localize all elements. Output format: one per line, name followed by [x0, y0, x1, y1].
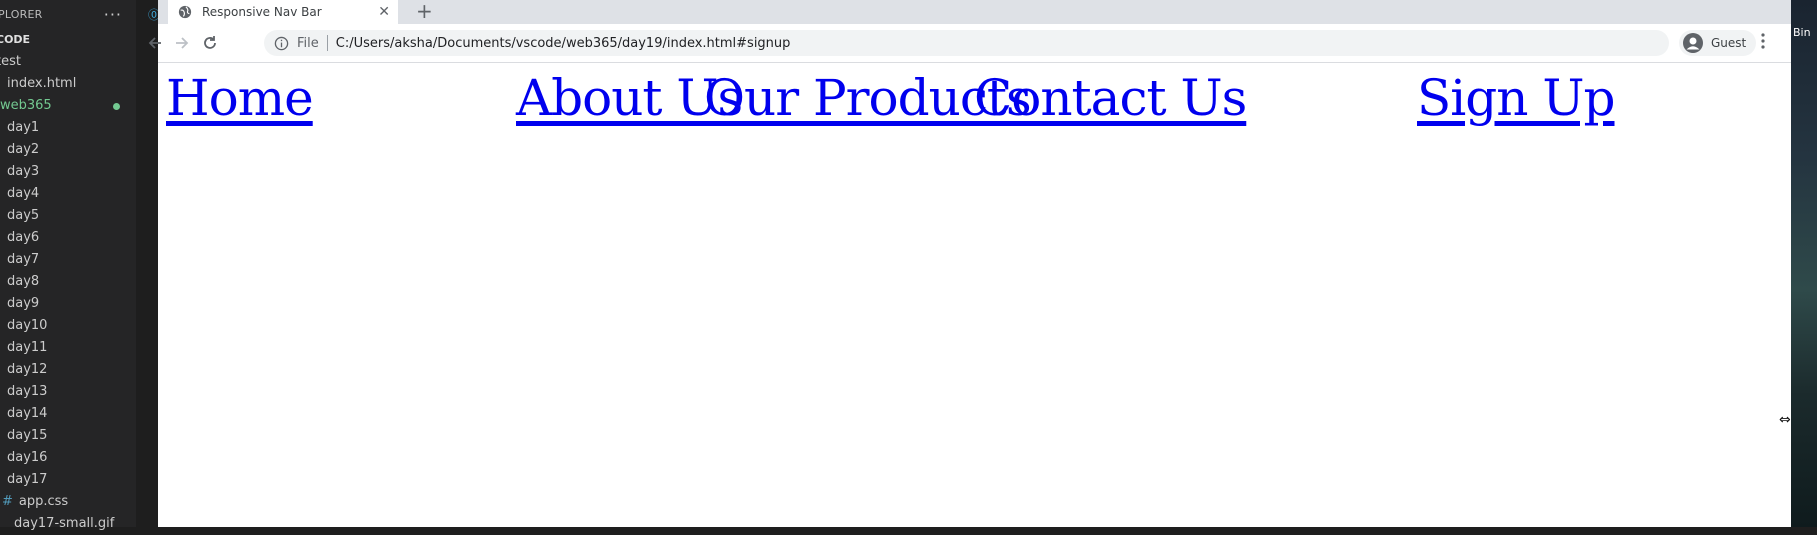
tree-folder-day8[interactable]: day8 [0, 271, 136, 293]
tree-folder-web365[interactable]: web365 [0, 95, 136, 117]
explorer-header: PLORER ··· [0, 0, 136, 29]
tree-folder-day10[interactable]: day10 [0, 315, 136, 337]
tree-item-label: day6 [7, 230, 40, 245]
nav-bar: Home About Us Our Products Contact Us Si… [158, 63, 1791, 153]
tree-item-label: index.html [7, 76, 77, 91]
tree-folder-day7[interactable]: day7 [0, 249, 136, 271]
new-tab-button[interactable]: + [416, 0, 433, 23]
tree-file-app-css[interactable]: # app.css [0, 491, 136, 513]
browser-window: Responsive Nav Bar ✕ + File C:/Users/aks… [148, 0, 1791, 527]
tree-item-label: day15 [7, 428, 48, 443]
recycle-bin-label[interactable]: Bin [1793, 26, 1811, 39]
page-viewport: Home About Us Our Products Contact Us Si… [158, 63, 1791, 527]
nav-link-home[interactable]: Home [166, 69, 314, 127]
modified-dot-icon [113, 103, 120, 110]
tree-item-label: day8 [7, 274, 40, 289]
tree-item-label: test [0, 54, 21, 69]
back-arrow-icon [148, 37, 161, 49]
reload-icon [204, 36, 216, 49]
nav-link-contact[interactable]: Contact Us [974, 69, 1247, 127]
profile-name: Guest [1711, 36, 1747, 50]
globe-icon [178, 5, 192, 19]
info-icon[interactable] [274, 36, 289, 51]
tree-item-label: day13 [7, 384, 48, 399]
tree-file-index-html[interactable]: index.html [0, 73, 136, 95]
tree-item-label: day4 [7, 186, 40, 201]
tree-item-label: day17 [7, 472, 48, 487]
resize-cursor-icon: ⇔ [1779, 412, 1791, 428]
file-tree: test index.html web365 day1 day2 day3 da… [0, 51, 136, 535]
tree-item-label: web365 [0, 98, 52, 113]
reload-button[interactable] [200, 33, 220, 53]
tree-item-label: day5 [7, 208, 40, 223]
browser-toolbar: File C:/Users/aksha/Documents/vscode/web… [148, 24, 1791, 63]
tree-folder-day13[interactable]: day13 [0, 381, 136, 403]
tree-item-label: app.css [18, 494, 69, 509]
tree-item-label: day3 [7, 164, 40, 179]
address-separator [326, 35, 328, 51]
tree-folder-day1[interactable]: day1 [0, 117, 136, 139]
forward-button[interactable] [172, 33, 192, 53]
tree-item-label: day10 [7, 318, 48, 333]
explorer-panel: PLORER ··· CODE test index.html web365 d… [0, 0, 136, 531]
tree-folder-day17[interactable]: day17 [0, 469, 136, 491]
tree-folder-day6[interactable]: day6 [0, 227, 136, 249]
tree-item-label: day9 [7, 296, 40, 311]
close-tab-icon[interactable]: ✕ [378, 4, 390, 20]
tree-folder-day5[interactable]: day5 [0, 205, 136, 227]
tree-folder-day2[interactable]: day2 [0, 139, 136, 161]
scheme-label: File [297, 35, 319, 51]
css-file-icon: # [2, 494, 13, 509]
back-button[interactable] [145, 33, 165, 53]
tree-folder-day14[interactable]: day14 [0, 403, 136, 425]
forward-arrow-icon [176, 37, 189, 49]
tree-item-label: day17-small.gif [14, 516, 115, 531]
tree-folder-day3[interactable]: day3 [0, 161, 136, 183]
more-actions-icon[interactable]: ··· [104, 5, 122, 24]
browser-tab[interactable]: Responsive Nav Bar ✕ [168, 0, 398, 24]
tab-strip: Responsive Nav Bar ✕ + [158, 0, 1791, 24]
tree-item-label: day16 [7, 450, 48, 465]
desktop-edge: Bin [1791, 0, 1817, 527]
tree-folder-day4[interactable]: day4 [0, 183, 136, 205]
tree-file-gif[interactable]: day17-small.gif [0, 513, 136, 535]
url-text[interactable]: C:/Users/aksha/Documents/vscode/web365/d… [336, 36, 1669, 51]
nav-link-signup[interactable]: Sign Up [1417, 69, 1615, 127]
tree-folder-day9[interactable]: day9 [0, 293, 136, 315]
tab-title: Responsive Nav Bar [202, 5, 322, 19]
tree-item-label: day2 [7, 142, 40, 157]
tree-folder-day16[interactable]: day16 [0, 447, 136, 469]
editor-edge: ⓪ [136, 0, 160, 527]
address-bar[interactable]: File C:/Users/aksha/Documents/vscode/web… [264, 30, 1669, 56]
tree-item-label: day11 [7, 340, 48, 355]
tree-folder-day15[interactable]: day15 [0, 425, 136, 447]
profile-button[interactable]: Guest [1679, 30, 1757, 56]
explorer-title: PLORER [0, 8, 43, 21]
tree-folder-day12[interactable]: day12 [0, 359, 136, 381]
tree-item-label: day7 [7, 252, 40, 267]
kebab-menu-icon[interactable] [1761, 33, 1765, 49]
avatar-icon [1683, 33, 1703, 53]
tree-item-label: day14 [7, 406, 48, 421]
tree-folder-day11[interactable]: day11 [0, 337, 136, 359]
tree-folder-test[interactable]: test [0, 51, 136, 73]
tree-item-label: day1 [7, 120, 40, 135]
workspace-section[interactable]: CODE [0, 29, 136, 51]
tree-item-label: day12 [7, 362, 48, 377]
